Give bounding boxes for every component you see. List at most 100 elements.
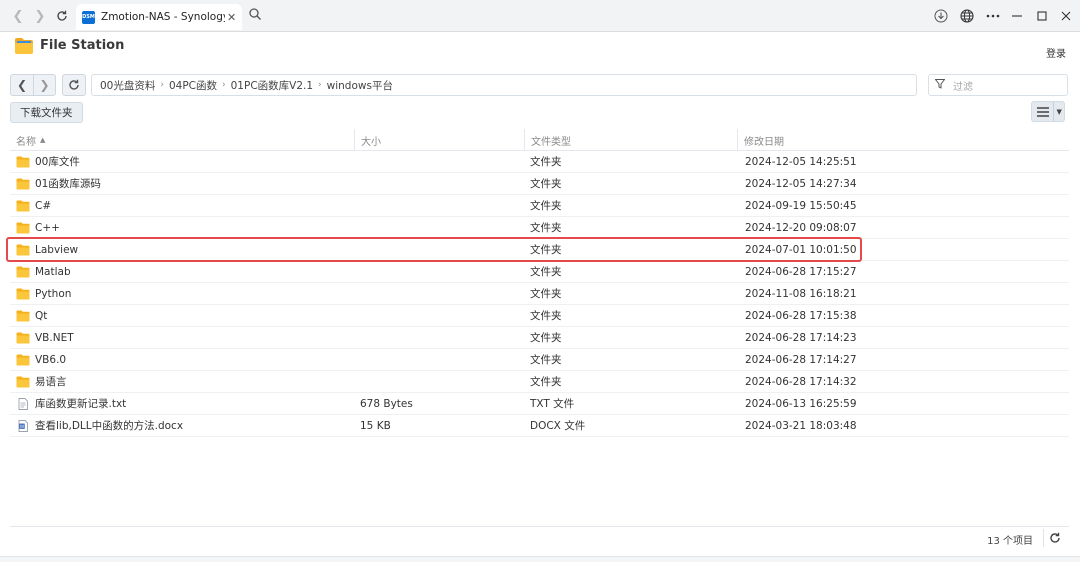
folder-icon (16, 222, 30, 234)
column-header-size[interactable]: 大小 (354, 129, 524, 151)
window-bottom-edge (0, 556, 1080, 562)
file-name[interactable]: Python (35, 288, 71, 300)
file-name[interactable]: 库函数更新记录.txt (35, 396, 126, 411)
browser-titlebar: ❮ ❯ DSM Zmotion-NAS - Synology NAS ✕ (0, 0, 1080, 32)
forward-button[interactable]: ❯ (33, 75, 55, 95)
file-name[interactable]: C++ (35, 222, 60, 234)
cell-name: VB.NET (10, 327, 354, 349)
column-header-type[interactable]: 文件类型 (524, 129, 737, 151)
cell-size (354, 349, 524, 371)
cell-size (354, 173, 524, 195)
file-name[interactable]: VB.NET (35, 332, 74, 344)
sort-ascending-icon: ▲ (40, 136, 46, 144)
column-header-name[interactable]: 名称 ▲ (10, 129, 354, 151)
breadcrumb-item[interactable]: 04PC函数 (169, 78, 217, 93)
table-row[interactable]: 00库文件 文件夹 2024-12-05 14:25:51 (10, 151, 1069, 173)
breadcrumb-item-current[interactable]: windows平台 (327, 78, 393, 93)
table-row[interactable]: Python 文件夹 2024-11-08 16:18:21 (10, 283, 1069, 305)
cell-size: 15 KB (360, 419, 391, 432)
cell-type: 文件夹 (530, 178, 562, 190)
breadcrumb-item[interactable]: 01PC函数库V2.1 (231, 78, 313, 93)
browser-tab[interactable]: DSM Zmotion-NAS - Synology NAS ✕ (76, 4, 242, 30)
globe-icon[interactable] (958, 7, 976, 25)
forward-icon[interactable]: ❯ (30, 6, 50, 26)
cell-type: 文件夹 (530, 376, 562, 388)
close-window-icon[interactable] (1057, 7, 1075, 25)
view-mode-button[interactable]: ▼ (1031, 101, 1065, 122)
download-folder-button[interactable]: 下载文件夹 (10, 102, 83, 123)
file-name[interactable]: VB6.0 (35, 354, 66, 366)
file-name[interactable]: 01函数库源码 (35, 176, 101, 191)
item-count: 13 个项目 (987, 536, 1033, 547)
table-body: 00库文件 文件夹 2024-12-05 14:25:51 01函数库源码 文件夹 202… (10, 151, 1069, 437)
file-name[interactable]: 查看lib,DLL中函数的方法.docx (35, 418, 183, 433)
cell-size (354, 371, 524, 393)
more-icon[interactable] (984, 7, 1002, 25)
file-table: 名称 ▲ 大小 文件类型 修改日期 00库文件 文件夹 2024-12-05 14:… (10, 129, 1069, 437)
table-row[interactable]: 01函数库源码 文件夹 2024-12-05 14:27:34 (10, 173, 1069, 195)
table-row[interactable]: Qt 文件夹 2024-06-28 17:15:38 (10, 305, 1069, 327)
cell-name: 01函数库源码 (10, 173, 354, 195)
column-header-label: 名称 (16, 136, 36, 148)
cell-modified: 2024-06-28 17:15:38 (745, 309, 857, 322)
minimize-icon[interactable] (1008, 7, 1026, 25)
text-file-icon (16, 397, 30, 410)
cell-type: 文件夹 (530, 332, 562, 344)
back-button[interactable]: ❮ (11, 75, 33, 95)
file-name[interactable]: 易语言 (35, 374, 67, 389)
refresh-button[interactable] (62, 74, 86, 96)
table-row[interactable]: W 查看lib,DLL中函数的方法.docx 15 KB DOCX 文件 2024-03… (10, 415, 1069, 437)
list-view-icon (1032, 106, 1053, 117)
cell-modified: 2024-07-01 10:01:50 (745, 243, 857, 256)
column-header-label: 大小 (361, 136, 381, 148)
file-name[interactable]: 00库文件 (35, 154, 80, 169)
footer-refresh-icon[interactable] (1043, 529, 1065, 547)
cell-size (354, 217, 524, 239)
download-icon[interactable] (932, 7, 950, 25)
cell-modified: 2024-12-05 14:27:34 (745, 177, 857, 190)
filter-input[interactable]: 过滤 (928, 74, 1068, 96)
table-row[interactable]: Matlab 文件夹 2024-06-28 17:15:27 (10, 261, 1069, 283)
table-row[interactable]: C++ 文件夹 2024-12-20 09:08:07 (10, 217, 1069, 239)
cell-type: 文件夹 (530, 222, 562, 234)
file-name[interactable]: Labview (35, 244, 78, 256)
tab-search-icon[interactable] (248, 7, 266, 25)
table-row[interactable]: VB.NET 文件夹 2024-06-28 17:14:23 (10, 327, 1069, 349)
folder-icon (16, 288, 30, 300)
synology-favicon-icon: DSM (82, 10, 95, 24)
cell-type: 文件夹 (530, 266, 562, 278)
svg-text:W: W (20, 424, 25, 430)
chevron-right-icon: › (160, 80, 164, 90)
file-station-icon (14, 37, 34, 58)
cell-size (354, 195, 524, 217)
cell-type: TXT 文件 (530, 398, 575, 410)
table-row[interactable]: VB6.0 文件夹 2024-06-28 17:14:27 (10, 349, 1069, 371)
column-header-modified[interactable]: 修改日期 (737, 129, 1069, 151)
cell-modified: 2024-06-13 16:25:59 (745, 397, 857, 410)
cell-size (354, 151, 524, 173)
cell-size: 678 Bytes (360, 397, 413, 410)
table-row[interactable]: Labview 文件夹 2024-07-01 10:01:50 (10, 239, 1069, 261)
table-row[interactable]: 库函数更新记录.txt 678 Bytes TXT 文件 2024-06-13 16:… (10, 393, 1069, 415)
cell-name: 易语言 (10, 371, 354, 393)
cell-type: DOCX 文件 (530, 420, 586, 432)
folder-icon (16, 178, 30, 190)
file-name[interactable]: Qt (35, 310, 47, 322)
cell-modified: 2024-06-28 17:15:27 (745, 265, 857, 278)
reload-icon[interactable] (52, 6, 72, 26)
back-icon[interactable]: ❮ (8, 6, 28, 26)
cell-size (354, 239, 524, 261)
file-name[interactable]: C# (35, 200, 51, 212)
cell-modified: 2024-06-28 17:14:23 (745, 331, 857, 344)
tab-title: Zmotion-NAS - Synology NAS (101, 11, 225, 23)
login-link[interactable]: 登录 (1046, 45, 1066, 60)
cell-name: 00库文件 (10, 151, 354, 173)
breadcrumb-item[interactable]: 00光盘资料 (100, 78, 155, 93)
table-row[interactable]: C# 文件夹 2024-09-19 15:50:45 (10, 195, 1069, 217)
file-name[interactable]: Matlab (35, 266, 71, 278)
chevron-right-icon: › (318, 80, 322, 90)
maximize-icon[interactable] (1033, 7, 1051, 25)
tab-close-icon[interactable]: ✕ (227, 11, 236, 24)
cell-type: 文件夹 (530, 156, 562, 168)
table-row[interactable]: 易语言 文件夹 2024-06-28 17:14:32 (10, 371, 1069, 393)
